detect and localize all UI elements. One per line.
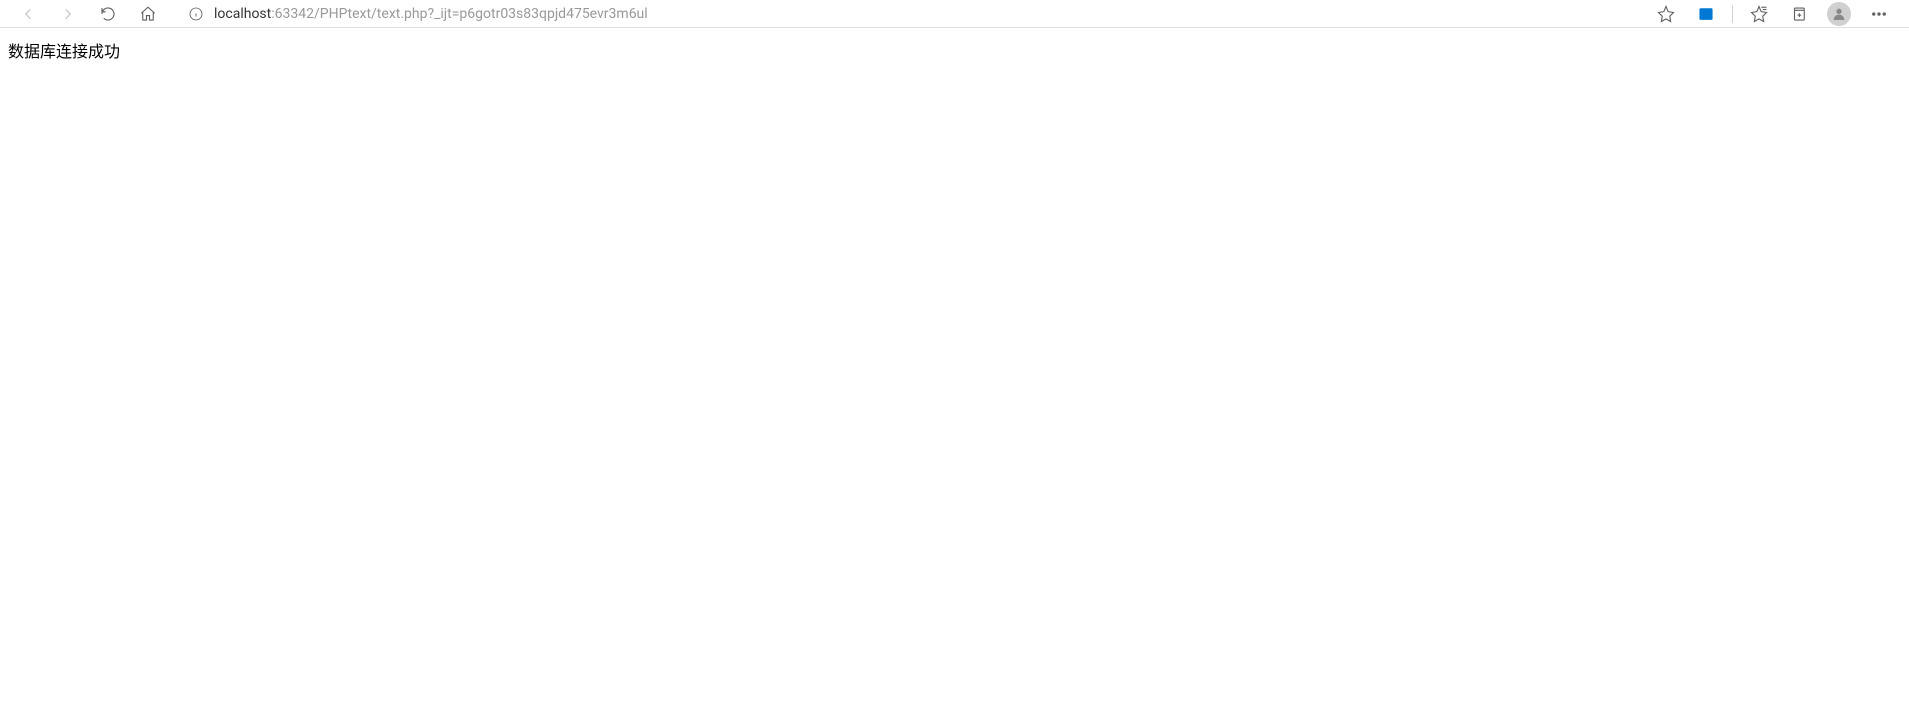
- browser-toolbar: localhost:63342/PHPtext/text.php?_ijt=p6…: [0, 0, 1909, 28]
- forward-button[interactable]: [52, 2, 84, 26]
- more-icon: [1870, 5, 1888, 23]
- favorite-button[interactable]: [1648, 2, 1684, 26]
- home-icon: [139, 5, 157, 23]
- reading-view-button[interactable]: [1688, 2, 1724, 26]
- collections-icon: [1790, 5, 1808, 23]
- status-message: 数据库连接成功: [8, 38, 1901, 62]
- star-list-icon: [1750, 5, 1768, 23]
- address-bar[interactable]: localhost:63342/PHPtext/text.php?_ijt=p6…: [180, 2, 1638, 26]
- collections-button[interactable]: [1781, 2, 1817, 26]
- url-text: localhost:63342/PHPtext/text.php?_ijt=p6…: [214, 6, 648, 22]
- refresh-icon: [99, 5, 117, 23]
- person-icon: [1831, 6, 1847, 22]
- star-icon: [1657, 5, 1675, 23]
- divider: [1732, 5, 1733, 23]
- more-button[interactable]: [1861, 2, 1897, 26]
- toolbar-right: [1648, 2, 1903, 26]
- url-path: :63342/PHPtext/text.php?_ijt=p6gotr03s83…: [271, 6, 647, 22]
- site-info-button[interactable]: [188, 6, 204, 22]
- page-content: 数据库连接成功: [0, 28, 1909, 72]
- refresh-button[interactable]: [92, 2, 124, 26]
- profile-button[interactable]: [1827, 2, 1851, 26]
- reading-icon: [1697, 5, 1715, 23]
- arrow-left-icon: [19, 5, 37, 23]
- favorites-bar-button[interactable]: [1741, 2, 1777, 26]
- info-icon: [188, 6, 204, 22]
- home-button[interactable]: [132, 2, 164, 26]
- arrow-right-icon: [59, 5, 77, 23]
- url-host: localhost: [214, 6, 271, 22]
- nav-buttons: [6, 2, 170, 26]
- back-button[interactable]: [12, 2, 44, 26]
